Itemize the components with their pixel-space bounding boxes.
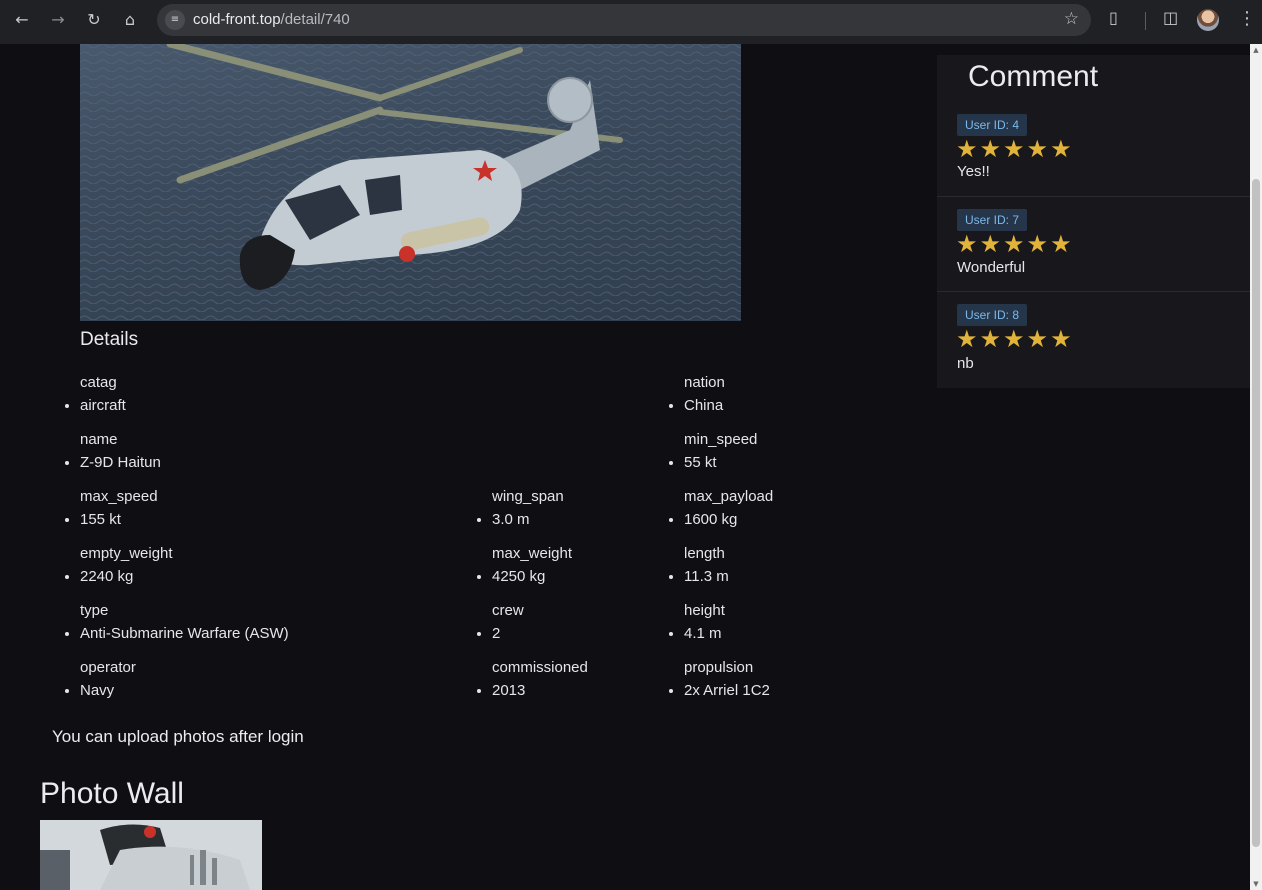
spec-value: 11.3 m <box>684 568 729 585</box>
spec-value: Z-9D Haitun <box>80 454 161 471</box>
spec-height: height 4.1 m <box>684 602 725 642</box>
spec-key: wing_span <box>492 488 564 505</box>
spec-value: aircraft <box>80 397 126 414</box>
rating-stars: ★★★★★ <box>956 325 1074 353</box>
comment-text: Yes!! <box>957 163 990 180</box>
url-host: cold-front.top <box>193 11 281 28</box>
spec-operator: operator Navy <box>80 659 136 699</box>
spec-value: 2240 kg <box>80 568 173 585</box>
spec-min-speed: min_speed 55 kt <box>684 431 757 471</box>
kebab-menu-icon[interactable]: ⋮ <box>1238 8 1256 29</box>
spec-value: 2013 <box>492 682 588 699</box>
forward-icon[interactable]: → <box>44 8 72 32</box>
spec-wing-span: wing_span 3.0 m <box>492 488 564 528</box>
spec-commissioned: commissioned 2013 <box>492 659 588 699</box>
bookmark-star-icon[interactable]: ☆ <box>1064 9 1079 29</box>
browser-toolbar: ← → ↻ ⌂ ≡ cold-front.top/detail/740 ☆ ▯ … <box>0 0 1262 44</box>
comment-item: User ID: 4 ★★★★★ Yes!! <box>937 112 1250 197</box>
user-id-badge[interactable]: User ID: 7 <box>957 209 1027 231</box>
scroll-thumb[interactable] <box>1252 179 1260 847</box>
spec-value: 155 kt <box>80 511 158 528</box>
profile-avatar[interactable] <box>1197 9 1219 31</box>
comment-item: User ID: 7 ★★★★★ Wonderful <box>937 197 1250 292</box>
toolbar-divider <box>1145 12 1146 30</box>
spec-key: height <box>684 602 725 619</box>
page-viewport: Details catag aircraft nation China name… <box>0 44 1250 890</box>
spec-key: max_weight <box>492 545 573 562</box>
comments-heading: Comment <box>968 60 1099 93</box>
spec-value: 4250 kg <box>492 568 572 585</box>
spec-max-weight: max_weight 4250 kg <box>492 545 572 585</box>
url-path: /detail/740 <box>280 11 350 28</box>
user-id-badge[interactable]: User ID: 4 <box>957 114 1027 136</box>
login-upload-note: You can upload photos after login <box>52 727 304 746</box>
photo-wall-heading: Photo Wall <box>40 777 184 810</box>
photo-thumbnail-illustration <box>40 820 262 890</box>
page-scrollbar[interactable]: ▲ ▼ <box>1250 44 1262 890</box>
spec-crew: crew 2 <box>492 602 524 642</box>
spec-value: 2x Arriel 1C2 <box>684 682 770 699</box>
spec-key: empty_weight <box>80 545 173 562</box>
site-info-icon[interactable]: ≡ <box>165 10 185 30</box>
comment-item: User ID: 8 ★★★★★ nb <box>937 292 1250 388</box>
comment-text: Wonderful <box>957 259 1026 276</box>
details-heading: Details <box>80 329 139 350</box>
spec-key: max_payload <box>684 488 774 505</box>
spec-key: commissioned <box>492 659 588 676</box>
spec-value: 55 kt <box>684 454 757 471</box>
spec-empty-weight: empty_weight 2240 kg <box>80 545 173 585</box>
url-text[interactable]: cold-front.top/detail/740 <box>193 11 350 28</box>
spec-value: China <box>684 397 725 414</box>
comments-panel: Comment User ID: 4 ★★★★★ Yes!! User ID: … <box>937 55 1250 388</box>
spec-key: min_speed <box>684 431 758 448</box>
spec-key: length <box>684 545 725 562</box>
spec-max-speed: max_speed 155 kt <box>80 488 158 528</box>
spec-value: 2 <box>492 625 524 642</box>
rating-stars: ★★★★★ <box>956 135 1074 163</box>
spec-key: propulsion <box>684 659 754 676</box>
back-icon[interactable]: ← <box>8 8 36 32</box>
spec-key: nation <box>684 374 725 391</box>
spec-type: type Anti-Submarine Warfare (ASW) <box>80 602 289 642</box>
helicopter-illustration <box>80 44 741 321</box>
photo-wall-thumbnail[interactable] <box>40 820 262 890</box>
aircraft-hero-image <box>80 44 741 321</box>
spec-nation: nation China <box>684 374 725 414</box>
spec-value: Anti-Submarine Warfare (ASW) <box>80 625 289 642</box>
spec-catag: catag aircraft <box>80 374 126 414</box>
spec-value: 1600 kg <box>684 511 773 528</box>
spec-value: Navy <box>80 682 136 699</box>
home-icon[interactable]: ⌂ <box>116 8 144 32</box>
spec-key: crew <box>492 602 524 619</box>
spec-max-payload: max_payload 1600 kg <box>684 488 773 528</box>
spec-key: operator <box>80 659 136 676</box>
spec-key: name <box>80 431 118 448</box>
spec-key: catag <box>80 374 117 391</box>
spec-length: length 11.3 m <box>684 545 729 585</box>
address-bar[interactable]: ≡ cold-front.top/detail/740 ☆ <box>157 4 1091 36</box>
scroll-up-arrow-icon[interactable]: ▲ <box>1252 46 1260 54</box>
spec-key: type <box>80 602 109 619</box>
user-id-badge[interactable]: User ID: 8 <box>957 304 1027 326</box>
side-panel-icon[interactable]: ◫ <box>1163 8 1178 27</box>
spec-value: 3.0 m <box>492 511 564 528</box>
rating-stars: ★★★★★ <box>956 230 1074 258</box>
spec-key: max_speed <box>80 488 158 505</box>
reload-icon[interactable]: ↻ <box>80 8 108 32</box>
scroll-down-arrow-icon[interactable]: ▼ <box>1252 880 1260 888</box>
spec-name: name Z-9D Haitun <box>80 431 161 471</box>
comment-text: nb <box>957 355 974 372</box>
extensions-icon[interactable]: ▯ <box>1109 8 1118 27</box>
spec-value: 4.1 m <box>684 625 725 642</box>
spec-propulsion: propulsion 2x Arriel 1C2 <box>684 659 770 699</box>
